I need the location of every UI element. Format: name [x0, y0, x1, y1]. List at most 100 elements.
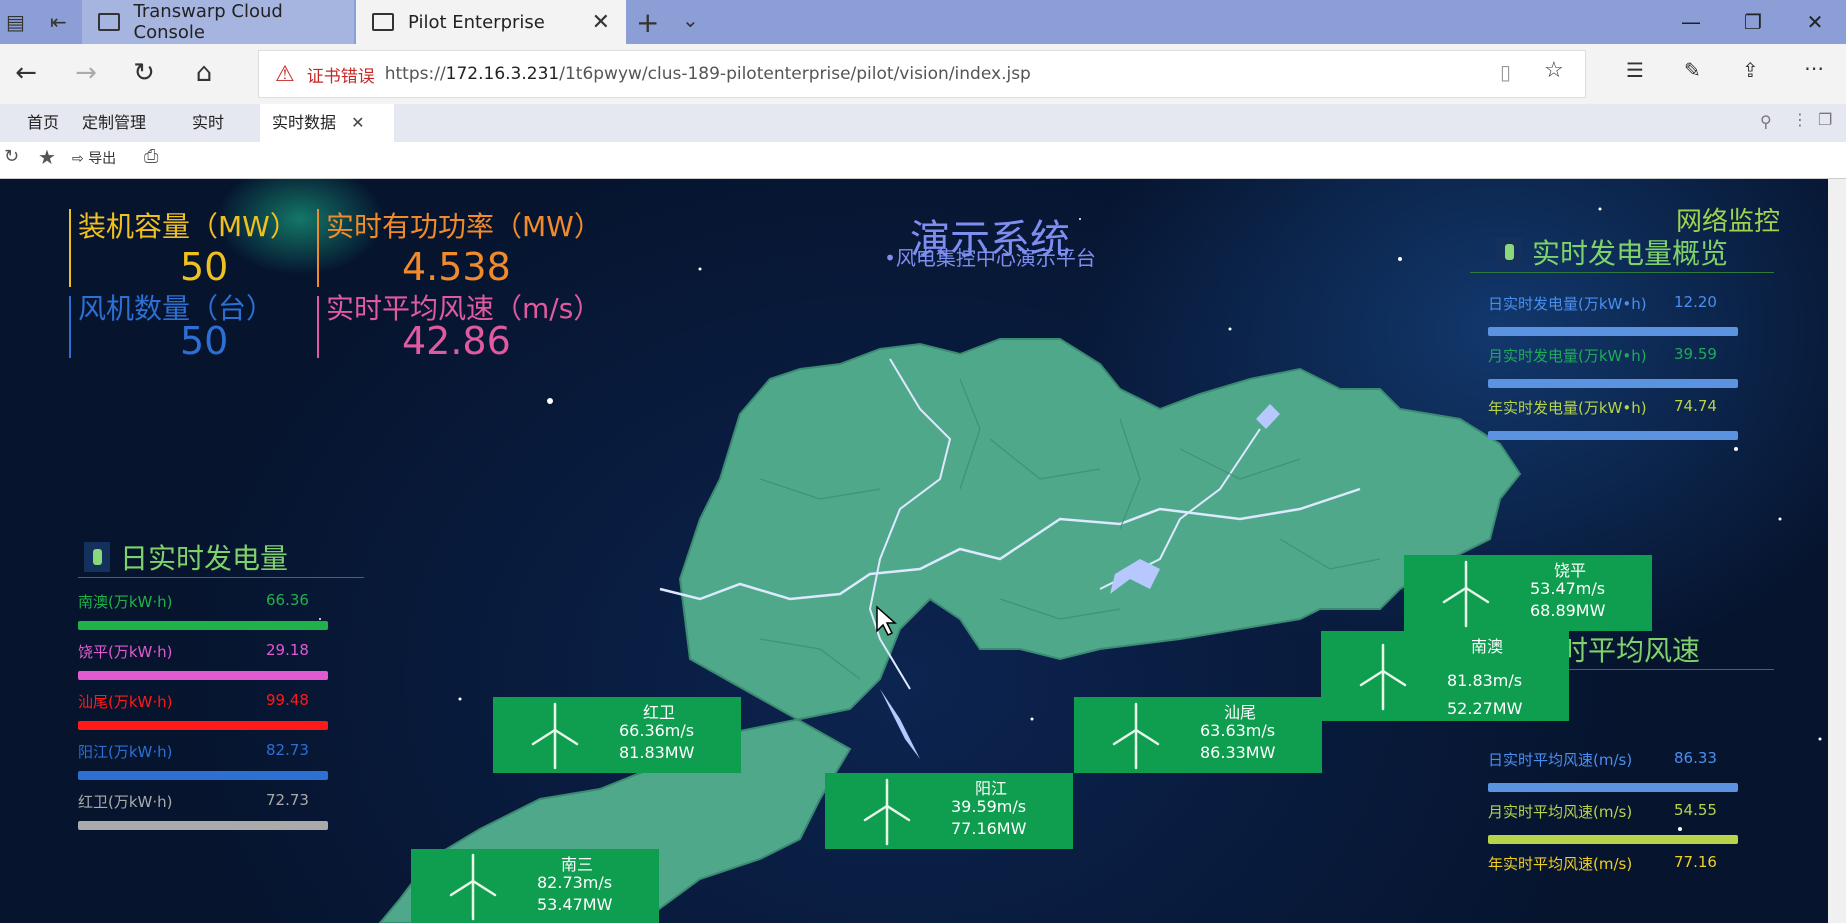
- site-card[interactable]: 阳江 39.59m/s 77.16MW: [825, 773, 1073, 849]
- tab-actions-icon[interactable]: ▤: [6, 10, 25, 34]
- site-wind-speed: 81.83m/s: [1447, 671, 1523, 690]
- warning-icon: ⚠: [275, 61, 295, 87]
- print-icon[interactable]: ⎙: [144, 146, 158, 167]
- reading-view-icon[interactable]: ▯: [1500, 60, 1511, 84]
- back-button[interactable]: ←: [6, 58, 46, 88]
- restore-button[interactable]: ❐: [1722, 0, 1784, 44]
- site-card[interactable]: 汕尾 63.63m/s 86.33MW: [1074, 697, 1322, 773]
- stat-divider: [69, 296, 71, 358]
- wind-turbine-icon: [1359, 643, 1407, 711]
- stat-divider: [69, 209, 71, 287]
- avg-wind-label: 年实时平均风速(m/s): [1488, 855, 1633, 873]
- stat-power-value: 4.538: [402, 245, 511, 289]
- menu-icon[interactable]: ⋮: [1792, 110, 1808, 129]
- daily-gen-value: 99.48: [266, 691, 309, 709]
- daily-gen-row: 饶平(万kW·h) 29.18: [78, 641, 338, 687]
- subtitle-dot: •: [884, 246, 896, 270]
- tab-label: Transwarp Cloud Console: [133, 1, 283, 43]
- gen-overview-value: 39.59: [1674, 345, 1717, 363]
- daily-gen-label: 饶平(万kW·h): [78, 643, 173, 661]
- gen-overview-row: 年实时发电量(万kW•h) 74.74: [1488, 397, 1738, 445]
- refresh-icon[interactable]: ↻: [4, 146, 19, 167]
- wind-turbine-icon: [863, 778, 911, 846]
- nav-home[interactable]: 首页: [27, 104, 59, 142]
- tab-label: Pilot Enterprise: [408, 11, 545, 33]
- site-card[interactable]: 南澳 81.83m/s 52.27MW: [1321, 631, 1569, 721]
- daily-gen-label: 南澳(万kW·h): [78, 593, 173, 611]
- new-tab-icon[interactable]: +: [636, 6, 659, 39]
- tab-pilot-enterprise[interactable]: Pilot Enterprise ✕: [356, 0, 626, 44]
- site-wind-speed: 39.59m/s: [951, 797, 1027, 816]
- favorites-list-icon[interactable]: ☰: [1626, 58, 1644, 82]
- site-card[interactable]: 南三 82.73m/s 53.47MW: [411, 849, 659, 923]
- battery-icon: [84, 542, 110, 572]
- export-label: 导出: [88, 151, 117, 167]
- daily-gen-row: 阳江(万kW·h) 82.73: [78, 741, 338, 787]
- stat-divider: [317, 296, 319, 358]
- gen-overview-panel-title: 实时发电量概览: [1496, 232, 1728, 272]
- close-window-button[interactable]: ✕: [1784, 0, 1846, 44]
- refresh-button[interactable]: ↻: [124, 58, 164, 88]
- site-power: 52.27MW: [1447, 699, 1523, 718]
- more-icon[interactable]: ⋯: [1804, 56, 1824, 80]
- gen-overview-label: 年实时发电量(万kW•h): [1488, 399, 1647, 417]
- tab-transwarp-cloud-console[interactable]: Transwarp Cloud Console: [82, 0, 354, 44]
- dashboard-canvas: 演示系统 •风电集控中心演示平台 网络监控 装机容量（MW） 50 实时有功功率…: [0, 179, 1828, 923]
- site-wind-speed: 66.36m/s: [619, 721, 695, 740]
- share-icon[interactable]: ⇪: [1742, 58, 1759, 82]
- daily-gen-value: 82.73: [266, 741, 309, 759]
- gen-overview-bar: [1488, 327, 1738, 336]
- site-card[interactable]: 红卫 66.36m/s 81.83MW: [493, 697, 741, 773]
- favorite-star-icon[interactable]: ☆: [1544, 58, 1564, 83]
- chevron-down-icon[interactable]: ⌄: [682, 8, 699, 32]
- cert-error-label[interactable]: 证书错误: [307, 62, 375, 87]
- avg-wind-row: 日实时平均风速(m/s) 86.33: [1488, 749, 1738, 797]
- page-scrollbar[interactable]: [1828, 179, 1846, 923]
- site-card[interactable]: 饶平 53.47m/s 68.89MW: [1404, 555, 1652, 631]
- nav-realtime[interactable]: 实时: [192, 104, 224, 142]
- site-power: 77.16MW: [951, 819, 1027, 838]
- site-name: 红卫: [643, 703, 676, 722]
- wind-turbine-icon: [449, 853, 497, 921]
- window-icon[interactable]: ❐: [1818, 110, 1832, 129]
- daily-gen-row: 汕尾(万kW·h) 99.48: [78, 691, 338, 737]
- stat-turbines-label: 风机数量（台）: [78, 292, 275, 325]
- daily-gen-value: 72.73: [266, 791, 309, 809]
- stat-divider: [317, 209, 319, 287]
- wind-turbine-icon: [1112, 702, 1160, 770]
- daily-gen-label: 红卫(万kW·h): [78, 793, 173, 811]
- avg-wind-label: 日实时平均风速(m/s): [1488, 751, 1633, 769]
- gen-overview-row: 月实时发电量(万kW•h) 39.59: [1488, 345, 1738, 393]
- url-field[interactable]: ⚠ 证书错误 https://172.16.3.231/1t6pwyw/clus…: [258, 50, 1586, 98]
- panel-underline: [1470, 272, 1774, 273]
- nav-custom-management[interactable]: 定制管理: [82, 104, 146, 142]
- site-power: 68.89MW: [1530, 601, 1606, 620]
- daily-gen-panel-title: 日实时发电量: [84, 537, 288, 577]
- page-icon: [98, 13, 120, 31]
- set-aside-tabs-icon[interactable]: ⇤: [50, 10, 67, 34]
- battery-icon: [1496, 237, 1522, 267]
- gen-overview-value: 12.20: [1674, 293, 1717, 311]
- avg-wind-value: 77.16: [1674, 853, 1717, 871]
- close-tab-icon[interactable]: ✕: [592, 10, 610, 35]
- nav-realtime-data[interactable]: 实时数据 ✕: [260, 104, 394, 142]
- pen-icon[interactable]: ✎: [1684, 58, 1701, 82]
- mouse-cursor-icon: [876, 605, 897, 637]
- daily-gen-value: 66.36: [266, 591, 309, 609]
- gen-overview-value: 74.74: [1674, 397, 1717, 415]
- daily-gen-row: 南澳(万kW·h) 66.36: [78, 591, 338, 637]
- export-button[interactable]: ⇨ 导出: [72, 148, 116, 168]
- avg-wind-value: 86.33: [1674, 749, 1717, 767]
- daily-gen-bar: [78, 821, 328, 830]
- search-icon[interactable]: ⚲: [1760, 112, 1772, 131]
- site-name: 南澳: [1471, 637, 1504, 656]
- site-name: 阳江: [975, 779, 1008, 798]
- close-icon[interactable]: ✕: [351, 113, 364, 132]
- star-icon[interactable]: ★: [38, 145, 56, 169]
- forward-button[interactable]: →: [66, 58, 106, 88]
- site-wind-speed: 63.63m/s: [1200, 721, 1276, 740]
- gen-overview-bar: [1488, 431, 1738, 440]
- home-button[interactable]: ⌂: [184, 58, 224, 88]
- site-power: 86.33MW: [1200, 743, 1276, 762]
- minimize-button[interactable]: —: [1660, 0, 1722, 44]
